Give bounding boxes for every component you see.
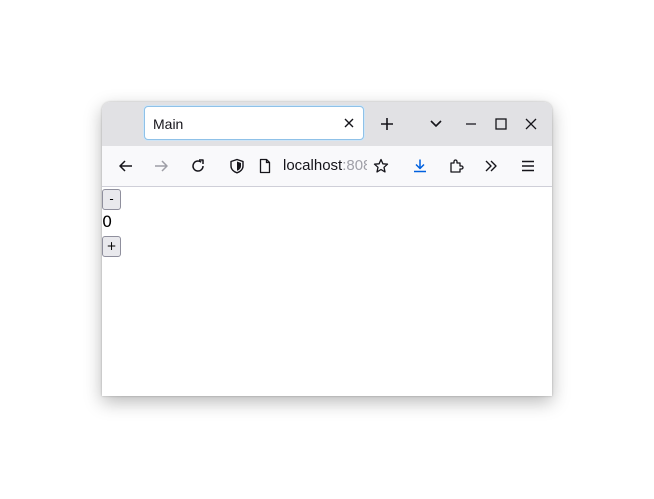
plus-icon[interactable] [379, 116, 395, 132]
maximize-icon[interactable] [493, 116, 509, 132]
close-icon[interactable] [341, 115, 357, 131]
url-host: localhost [283, 157, 343, 174]
star-icon[interactable] [373, 158, 389, 174]
download-icon[interactable] [412, 158, 428, 174]
counter-value: 0 [102, 212, 113, 231]
arrow-right-icon[interactable] [153, 158, 169, 174]
chevron-down-icon[interactable] [428, 116, 444, 132]
decrement-button[interactable]: - [102, 189, 121, 210]
browser-window: Main localhost:80 - 0 + [102, 102, 552, 396]
increment-button[interactable]: + [102, 236, 121, 257]
url-field[interactable]: localhost:8080 [283, 157, 367, 174]
arrow-left-icon[interactable] [118, 158, 134, 174]
hamburger-icon[interactable] [520, 158, 536, 174]
page-content: - 0 + [102, 187, 552, 396]
minimize-icon[interactable] [463, 116, 479, 132]
tab-main[interactable]: Main [144, 106, 364, 140]
double-chevron-icon[interactable] [483, 158, 499, 174]
page-icon[interactable] [257, 158, 273, 174]
url-port: :8080 [342, 157, 367, 174]
reload-icon[interactable] [190, 158, 206, 174]
close-icon[interactable] [523, 116, 539, 132]
navigation-toolbar: localhost:8080 [102, 146, 552, 187]
tab-title: Main [153, 116, 184, 132]
tab-bar: Main [102, 102, 552, 146]
puzzle-icon[interactable] [448, 158, 464, 174]
shield-icon[interactable] [229, 158, 245, 174]
